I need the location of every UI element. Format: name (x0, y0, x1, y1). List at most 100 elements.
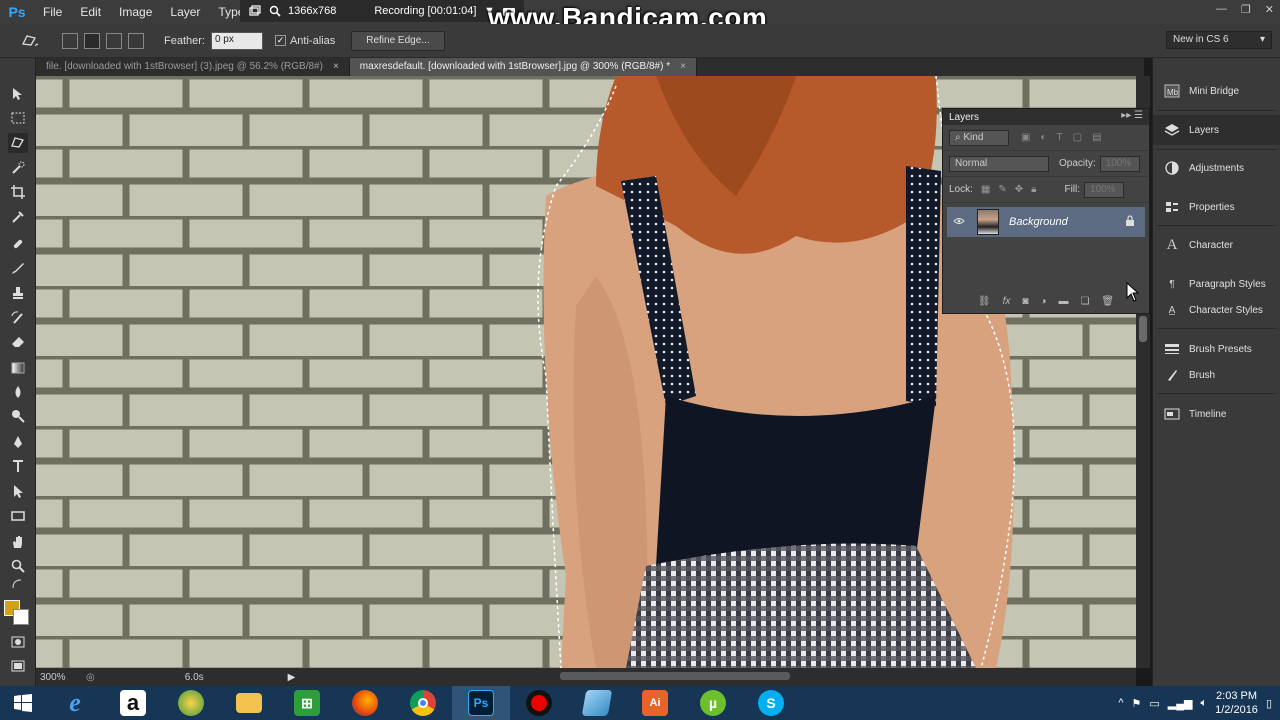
clone-stamp-tool-icon[interactable] (8, 283, 28, 303)
eraser-tool-icon[interactable] (8, 332, 28, 352)
window-select-icon[interactable] (248, 4, 262, 18)
visibility-eye-icon[interactable] (953, 217, 969, 228)
document-tab-active[interactable]: maxresdefault. [downloaded with 1stBrows… (349, 58, 697, 76)
background-color-swatch[interactable] (13, 609, 29, 625)
adjustment-layer-icon[interactable]: ◑ (1040, 296, 1046, 307)
taskbar-photoshop[interactable]: Ps (452, 686, 510, 720)
network-icon[interactable]: ▂▄▆ (1168, 697, 1193, 710)
new-group-icon[interactable]: ▬ (1058, 296, 1068, 307)
new-selection-icon[interactable] (62, 32, 78, 49)
lock-transparent-icon[interactable]: ▦ (981, 184, 990, 195)
lock-image-icon[interactable]: ✎ (998, 184, 1006, 195)
eyedropper-tool-icon[interactable] (8, 207, 28, 227)
windows-start-icon[interactable] (0, 686, 46, 720)
menu-file[interactable]: File (34, 0, 71, 24)
marquee-tool-icon[interactable] (8, 108, 28, 128)
filter-type-icon[interactable]: T (1057, 132, 1063, 143)
healing-brush-tool-icon[interactable] (8, 234, 28, 254)
status-arrow-icon[interactable]: ▶ (288, 672, 296, 683)
dock-properties[interactable]: Properties (1153, 192, 1280, 222)
brush-tool-icon[interactable] (8, 258, 28, 278)
filter-pixel-icon[interactable]: ▣ (1021, 132, 1030, 143)
close-tab-icon[interactable]: × (333, 58, 339, 76)
polygonal-lasso-preset-icon[interactable] (20, 31, 40, 51)
blend-mode-select[interactable]: Normal (949, 155, 1049, 172)
close-tab-icon[interactable]: × (680, 58, 686, 76)
crop-tool-icon[interactable] (8, 182, 28, 202)
taskbar-utorrent[interactable]: µ (684, 686, 742, 720)
filter-adjustment-icon[interactable]: ◐ (1040, 132, 1046, 143)
taskbar-firefox[interactable] (336, 686, 394, 720)
add-to-selection-icon[interactable] (84, 32, 100, 49)
vertical-scroll-thumb[interactable] (1139, 316, 1147, 342)
status-info-icon[interactable]: ◎ (86, 672, 95, 683)
lock-all-icon[interactable]: 🔒︎ (1031, 184, 1036, 195)
screen-mode-icon[interactable] (8, 656, 28, 676)
layer-name[interactable]: Background (1009, 216, 1068, 228)
minimize-icon[interactable]: — (1216, 3, 1227, 15)
hand-tool-icon[interactable] (8, 532, 28, 552)
refine-edge-button[interactable]: Refine Edge... (351, 30, 445, 51)
subtract-from-selection-icon[interactable] (106, 32, 122, 49)
fill-input[interactable]: 100% (1084, 181, 1125, 198)
taskbar-chrome[interactable] (394, 686, 452, 720)
dock-character-styles[interactable]: A̲ Character Styles (1153, 295, 1280, 325)
dock-adjustments[interactable]: Adjustments (1153, 153, 1280, 183)
feather-input[interactable]: 0 px (210, 31, 263, 50)
horizontal-scroll-thumb[interactable] (560, 672, 790, 680)
gradient-tool-icon[interactable] (8, 358, 28, 378)
checkmark-icon[interactable]: ✓ (274, 35, 286, 46)
opacity-input[interactable]: 100% (1099, 155, 1140, 172)
taskbar-store[interactable]: ⊞ (278, 686, 336, 720)
restore-icon[interactable]: ❐ (1241, 3, 1251, 16)
menu-edit[interactable]: Edit (71, 0, 110, 24)
dodge-tool-icon[interactable] (8, 406, 28, 426)
type-tool-icon[interactable] (8, 456, 28, 476)
rectangle-tool-icon[interactable] (8, 506, 28, 526)
search-icon[interactable] (268, 4, 282, 18)
intersect-selection-icon[interactable] (128, 32, 144, 49)
zoom-readout[interactable]: 300% (36, 672, 86, 683)
dock-mini-bridge[interactable]: Mb Mini Bridge (1153, 76, 1280, 106)
layer-style-icon[interactable]: fx (1003, 296, 1011, 307)
dock-timeline[interactable]: Timeline (1153, 399, 1280, 429)
taskbar-app-paper[interactable] (568, 686, 626, 720)
taskbar-adobe-app[interactable]: Ai (626, 686, 684, 720)
lasso-tool-icon[interactable] (8, 133, 28, 153)
taskbar-internet-explorer[interactable]: e (46, 686, 104, 720)
zoom-tool-icon[interactable] (8, 556, 28, 576)
delete-layer-icon[interactable]: 🗑︎ (1101, 296, 1114, 307)
swap-colors-icon[interactable] (8, 578, 28, 590)
dock-layers[interactable]: Layers (1153, 115, 1280, 145)
quick-mask-icon[interactable] (8, 632, 28, 652)
close-icon[interactable]: ✕ (1265, 3, 1274, 16)
taskbar-file-explorer[interactable] (220, 686, 278, 720)
document-tab[interactable]: file. [downloaded with 1stBrowser] (3).j… (36, 58, 350, 76)
anti-alias-checkbox[interactable]: ✓ Anti-alias (274, 35, 335, 47)
quick-selection-tool-icon[interactable] (8, 158, 28, 178)
pen-tool-icon[interactable] (8, 432, 28, 452)
clock[interactable]: 2:03 PM 1/2/2016 (1215, 689, 1258, 717)
layer-row-background[interactable]: Background (947, 207, 1145, 237)
taskbar-bandicam[interactable] (510, 686, 568, 720)
battery-icon[interactable]: ▭ (1149, 697, 1159, 710)
new-layer-icon[interactable]: ❏ (1080, 296, 1089, 307)
panel-menu-icon[interactable]: ▸▸ ☰ (1121, 110, 1143, 121)
workspace-select[interactable]: New in CS 6 ▾ (1166, 31, 1272, 49)
history-brush-tool-icon[interactable] (8, 308, 28, 328)
taskbar-skype[interactable]: S (742, 686, 800, 720)
action-center-flag-icon[interactable]: ⚑ (1132, 697, 1142, 710)
taskbar-browser[interactable] (162, 686, 220, 720)
path-selection-tool-icon[interactable] (8, 481, 28, 501)
move-tool-icon[interactable] (8, 84, 28, 104)
filter-shape-icon[interactable]: ▢ (1073, 132, 1082, 143)
add-mask-icon[interactable]: ◙ (1022, 296, 1028, 307)
filter-smart-object-icon[interactable]: ▤ (1092, 132, 1101, 143)
link-layers-icon[interactable]: ⛓ (978, 296, 991, 307)
blur-tool-icon[interactable] (8, 382, 28, 402)
dock-brush[interactable]: Brush (1153, 360, 1280, 390)
lock-position-icon[interactable]: ✥ (1015, 184, 1023, 195)
dock-character[interactable]: A Character (1153, 230, 1280, 260)
notifications-icon[interactable]: ▯ (1266, 697, 1272, 710)
menu-image[interactable]: Image (110, 0, 161, 24)
